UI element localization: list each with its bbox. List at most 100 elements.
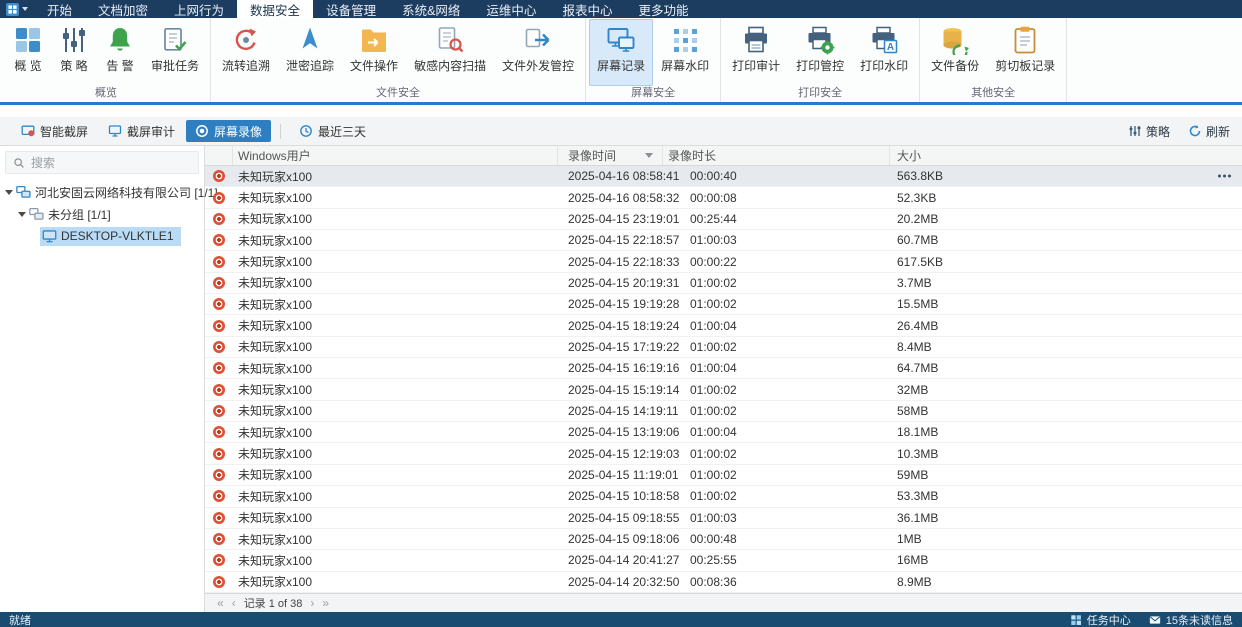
table-row[interactable]: 未知玩家x1002025-04-14 20:32:5000:08:368.9MB bbox=[205, 572, 1242, 593]
menu-tab-3[interactable]: 上网行为 bbox=[161, 0, 237, 18]
refresh-button[interactable]: 刷新 bbox=[1188, 123, 1230, 140]
ribbon-button[interactable]: 告 警 bbox=[97, 19, 143, 86]
ribbon-button[interactable]: 泄密追踪 bbox=[278, 19, 342, 86]
pager: « ‹ 记录 1 of 38 › » bbox=[205, 593, 1242, 612]
cell-time: 2025-04-15 16:19:16 bbox=[558, 361, 663, 375]
ribbon-button-label: 打印管控 bbox=[796, 57, 844, 74]
record-icon bbox=[213, 576, 225, 588]
view-tab-3[interactable]: 屏幕录像 bbox=[186, 120, 271, 142]
menu-tab-7[interactable]: 运维中心 bbox=[473, 0, 549, 18]
cell-record bbox=[205, 234, 233, 246]
policy-button[interactable]: 策略 bbox=[1128, 123, 1170, 140]
ribbon-button[interactable]: 打印审计 bbox=[724, 19, 788, 86]
clipboard-record-icon bbox=[1010, 25, 1040, 55]
column-header-3[interactable]: 录像时长 bbox=[663, 146, 890, 165]
ribbon-button[interactable]: 审批任务 bbox=[143, 19, 207, 86]
table-row[interactable]: 未知玩家x1002025-04-16 08:58:4100:00:40563.8… bbox=[205, 166, 1242, 187]
ribbon-button[interactable]: 打印管控 bbox=[788, 19, 852, 86]
menu-tab-1[interactable]: 开始 bbox=[34, 0, 85, 18]
pager-last-button[interactable]: » bbox=[322, 597, 329, 609]
table-row[interactable]: 未知玩家x1002025-04-15 18:19:2401:00:0426.4M… bbox=[205, 315, 1242, 336]
table-row[interactable]: 未知玩家x1002025-04-15 20:19:3101:00:023.7MB bbox=[205, 273, 1242, 294]
search-input[interactable] bbox=[31, 156, 191, 170]
column-header-2[interactable]: 录像时间 bbox=[558, 146, 663, 165]
pager-next-button[interactable]: › bbox=[310, 597, 314, 609]
table-row[interactable]: 未知玩家x1002025-04-16 08:58:3200:00:0852.3K… bbox=[205, 187, 1242, 208]
task-center-icon bbox=[1070, 614, 1082, 626]
view-tab-1[interactable]: 智能截屏 bbox=[12, 120, 97, 142]
cell-duration: 00:00:48 bbox=[663, 532, 890, 546]
tree-expand-icon[interactable] bbox=[3, 187, 14, 198]
menu-tab-5[interactable]: 设备管理 bbox=[313, 0, 389, 18]
ribbon-button-label: 屏幕水印 bbox=[661, 57, 709, 74]
ribbon-button[interactable]: 屏幕水印 bbox=[653, 19, 717, 86]
table-row[interactable]: 未知玩家x1002025-04-15 11:19:0101:00:0259MB bbox=[205, 465, 1242, 486]
record-icon bbox=[213, 426, 225, 438]
ribbon-button-label: 概 览 bbox=[14, 57, 41, 74]
pager-first-button[interactable]: « bbox=[217, 597, 224, 609]
view-tab-label: 截屏审计 bbox=[127, 123, 175, 140]
view-tab-4[interactable]: 最近三天 bbox=[290, 120, 375, 142]
cell-size: 16MB bbox=[890, 553, 1242, 567]
table-row[interactable]: 未知玩家x1002025-04-15 14:19:1101:00:0258MB bbox=[205, 401, 1242, 422]
table-row[interactable]: 未知玩家x1002025-04-14 20:41:2700:25:5516MB bbox=[205, 550, 1242, 571]
cell-user: 未知玩家x100 bbox=[233, 531, 558, 548]
table-row[interactable]: 未知玩家x1002025-04-15 23:19:0100:25:4420.2M… bbox=[205, 209, 1242, 230]
menu-tab-2[interactable]: 文档加密 bbox=[85, 0, 161, 18]
screen-record-icon bbox=[606, 25, 636, 55]
ribbon-button[interactable]: 策 略 bbox=[51, 19, 97, 86]
cell-size: 15.5MB bbox=[890, 297, 1242, 311]
tree-node-group[interactable]: 未分组 [1/1] bbox=[0, 203, 204, 225]
ribbon-button[interactable]: 敏感内容扫描 bbox=[406, 19, 494, 86]
ribbon-button[interactable]: 文件操作 bbox=[342, 19, 406, 86]
table-row[interactable]: 未知玩家x1002025-04-15 22:18:3300:00:22617.5… bbox=[205, 251, 1242, 272]
messages-button[interactable]: 15条未读信息 bbox=[1149, 612, 1233, 627]
pager-prev-button[interactable]: ‹ bbox=[232, 597, 236, 609]
table-row[interactable]: 未知玩家x1002025-04-15 12:19:0301:00:0210.3M… bbox=[205, 443, 1242, 464]
view-tab-2[interactable]: 截屏审计 bbox=[99, 120, 184, 142]
table-row[interactable]: 未知玩家x1002025-04-15 09:18:0600:00:481MB bbox=[205, 529, 1242, 550]
cell-user: 未知玩家x100 bbox=[233, 296, 558, 313]
table-row[interactable]: 未知玩家x1002025-04-15 13:19:0601:00:0418.1M… bbox=[205, 422, 1242, 443]
app-menu-button[interactable] bbox=[0, 0, 34, 18]
column-header-label: 大小 bbox=[897, 147, 921, 164]
column-header-4[interactable]: 大小 bbox=[890, 146, 1242, 165]
tree-node-computer[interactable]: DESKTOP-VLKTLE1 bbox=[0, 225, 204, 247]
tree-node-company[interactable]: 河北安固云网络科技有限公司 [1/1] bbox=[0, 181, 204, 203]
ribbon-button-label: 流转追溯 bbox=[222, 57, 270, 74]
menu-tab-4[interactable]: 数据安全 bbox=[237, 0, 313, 18]
menu-tab-8[interactable]: 报表中心 bbox=[549, 0, 625, 18]
table-row[interactable]: 未知玩家x1002025-04-15 09:18:5501:00:0336.1M… bbox=[205, 508, 1242, 529]
table-row[interactable]: 未知玩家x1002025-04-15 10:18:5801:00:0253.3M… bbox=[205, 486, 1242, 507]
task-center-button[interactable]: 任务中心 bbox=[1070, 612, 1131, 627]
cell-duration: 01:00:03 bbox=[663, 511, 890, 525]
table-row[interactable]: 未知玩家x1002025-04-15 22:18:5701:00:0360.7M… bbox=[205, 230, 1242, 251]
cell-time: 2025-04-15 13:19:06 bbox=[558, 425, 663, 439]
row-more-button[interactable] bbox=[1218, 175, 1234, 178]
cell-duration: 00:25:55 bbox=[663, 553, 890, 567]
record-icon bbox=[213, 192, 225, 204]
cell-duration: 01:00:02 bbox=[663, 340, 890, 354]
cell-duration: 00:25:44 bbox=[663, 212, 890, 226]
tree-expand-icon[interactable] bbox=[16, 209, 27, 220]
table-row[interactable]: 未知玩家x1002025-04-15 17:19:2201:00:028.4MB bbox=[205, 337, 1242, 358]
table-row[interactable]: 未知玩家x1002025-04-15 16:19:1601:00:0464.7M… bbox=[205, 358, 1242, 379]
ribbon-button[interactable]: 剪切板记录 bbox=[987, 19, 1063, 86]
column-header-1[interactable]: Windows用户 bbox=[233, 146, 558, 165]
ribbon-button[interactable]: 流转追溯 bbox=[214, 19, 278, 86]
ribbon-button[interactable]: 概 览 bbox=[5, 19, 51, 86]
main-area: 河北安固云网络科技有限公司 [1/1]未分组 [1/1]DESKTOP-VLKT… bbox=[0, 146, 1242, 612]
cell-record bbox=[205, 192, 233, 204]
ribbon-button[interactable]: 文件外发管控 bbox=[494, 19, 582, 86]
ribbon-button-label: 审批任务 bbox=[151, 57, 199, 74]
table-row[interactable]: 未知玩家x1002025-04-15 19:19:2801:00:0215.5M… bbox=[205, 294, 1242, 315]
table-row[interactable]: 未知玩家x1002025-04-15 15:19:1401:00:0232MB bbox=[205, 379, 1242, 400]
ribbon-button[interactable]: 屏幕记录 bbox=[589, 19, 653, 86]
record-dot-icon bbox=[195, 124, 209, 138]
sort-desc-icon[interactable] bbox=[645, 153, 653, 158]
record-icon bbox=[213, 234, 225, 246]
menu-tab-6[interactable]: 系统&网络 bbox=[389, 0, 473, 18]
ribbon-button[interactable]: 文件备份 bbox=[923, 19, 987, 86]
ribbon-button[interactable]: A打印水印 bbox=[852, 19, 916, 86]
menu-tab-9[interactable]: 更多功能 bbox=[625, 0, 701, 18]
